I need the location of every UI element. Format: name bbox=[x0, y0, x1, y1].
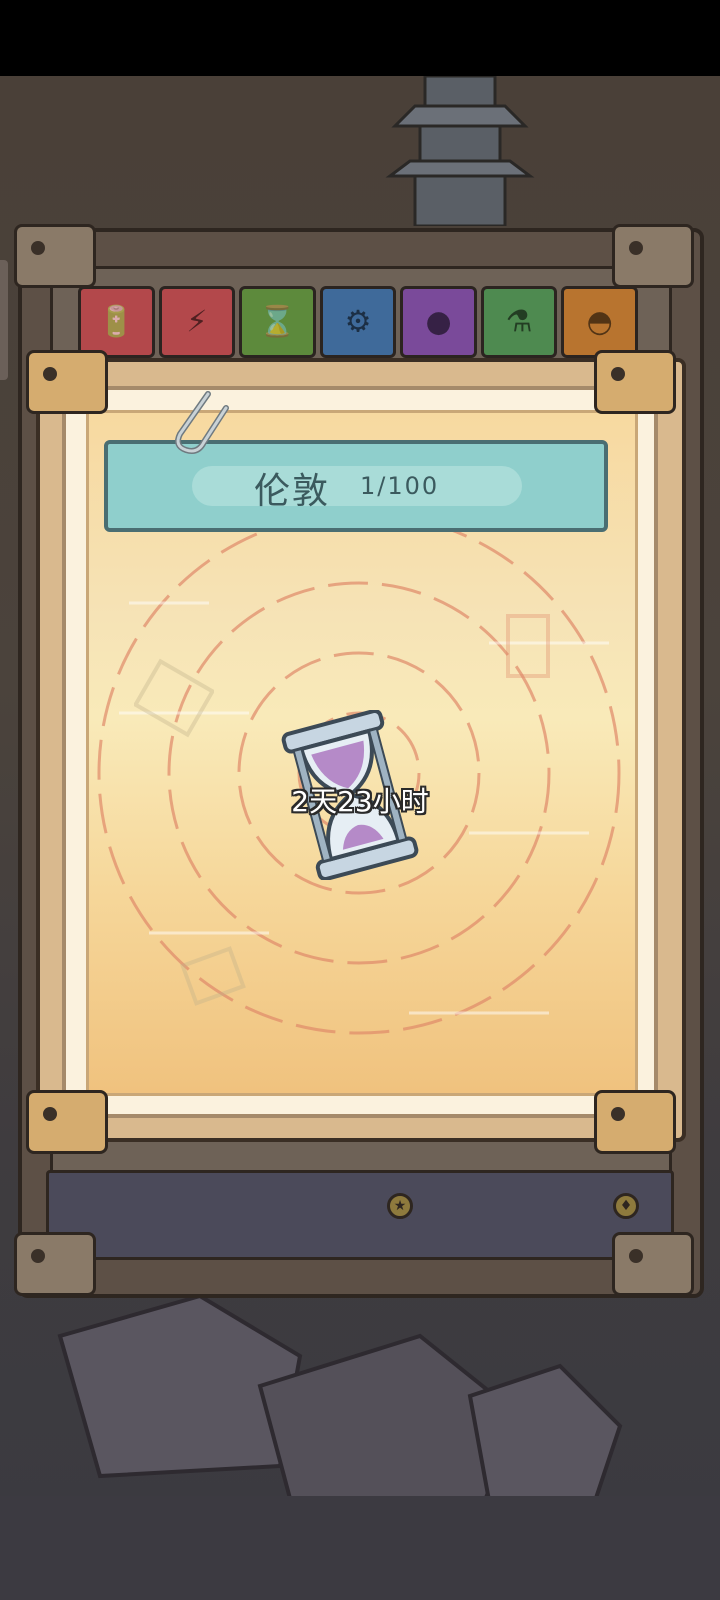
timer-label: 2天23小时 bbox=[291, 785, 429, 818]
card-corner-bracket bbox=[26, 1090, 108, 1154]
tab-potion[interactable]: ⚗ bbox=[480, 286, 558, 358]
battery-icon: 🔋 bbox=[97, 304, 135, 340]
card-corner-bracket bbox=[26, 350, 108, 414]
rocks-foreground bbox=[0, 1293, 720, 1600]
title-pill bbox=[192, 466, 522, 506]
ghost-icon: ◓ bbox=[586, 304, 613, 340]
potion-icon: ⚗ bbox=[505, 304, 533, 340]
category-tabs: 🔋 ⚡ ⌛ ⚙ ● ⚗ ◓ bbox=[78, 286, 639, 358]
hourglass-icon: ⌛ bbox=[258, 304, 297, 340]
tab-hourglass[interactable]: ⌛ bbox=[239, 286, 316, 358]
paperclip-icon bbox=[175, 391, 229, 454]
card-corner-bracket bbox=[594, 350, 676, 414]
corner-bracket bbox=[14, 1232, 96, 1296]
city-title: 伦敦 bbox=[254, 471, 331, 512]
tab-battery-bolt[interactable]: ⚡ bbox=[158, 286, 236, 358]
city-strip: ★ ♦ bbox=[46, 1170, 674, 1260]
gear-icon: ⚙ bbox=[344, 304, 372, 340]
ghost-hourglass-icon bbox=[134, 658, 214, 738]
tab-bomb[interactable]: ● bbox=[400, 286, 477, 358]
tab-battery[interactable]: 🔋 bbox=[78, 286, 155, 358]
bomb-icon: ● bbox=[425, 304, 452, 340]
pagoda-tower bbox=[385, 76, 535, 226]
corner-bracket bbox=[14, 224, 96, 288]
corner-bracket bbox=[612, 224, 694, 288]
card-corner-bracket bbox=[594, 1090, 676, 1154]
battery-bolt-icon: ⚡ bbox=[186, 304, 208, 340]
ghost-hourglass-icon bbox=[180, 946, 246, 1006]
tab-gear[interactable]: ⚙ bbox=[319, 286, 397, 358]
tab-ghost[interactable]: ◓ bbox=[561, 286, 639, 358]
star-coin-icon: ★ bbox=[387, 1193, 413, 1219]
status-bar bbox=[0, 0, 720, 76]
collection-progress: 1/100 bbox=[360, 472, 440, 500]
side-handle bbox=[0, 260, 8, 380]
coin-icon: ♦ bbox=[613, 1193, 639, 1219]
ghost-hourglass-icon bbox=[506, 614, 550, 678]
corner-bracket bbox=[612, 1232, 694, 1296]
